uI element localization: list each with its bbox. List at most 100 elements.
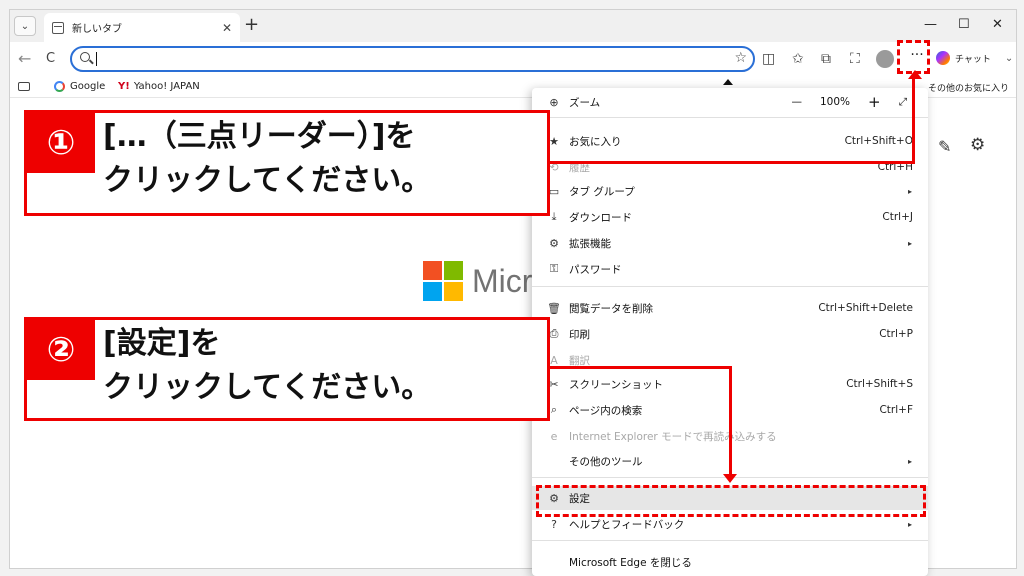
title-bar: ⌄ 新しいタブ ✕ + — ☐ ✕ xyxy=(10,10,1016,42)
menu-item-label: 印刷 xyxy=(569,328,590,341)
step2-callout: ② [設定]を クリックしてください。 xyxy=(24,317,550,421)
key-icon: ⚿ xyxy=(549,262,559,275)
ie-mode-icon: e xyxy=(550,429,558,443)
trash-icon: 🗑 xyxy=(547,301,561,315)
menu-item-label: ヘルプとフィードバック xyxy=(569,518,685,531)
menu-item-zoom: ⊕ ズーム — 100% + ⤢ xyxy=(532,90,928,114)
copilot-icon xyxy=(936,51,950,65)
collections-icon[interactable]: ⧉ xyxy=(821,51,831,67)
menu-item-label: 拡張機能 xyxy=(569,237,611,250)
microsoft-logo xyxy=(423,261,463,301)
bookmark-label: Yahoo! JAPAN xyxy=(133,81,200,92)
instruction-line: クリックしてください。 xyxy=(103,163,432,198)
add-favorite-icon[interactable]: ☆ xyxy=(734,50,747,66)
menu-item-shortcut: Ctrl+Shift+S xyxy=(846,378,913,390)
tab-actions-menu-button[interactable]: ⌄ xyxy=(14,16,36,36)
submenu-arrow-icon: ▸ xyxy=(907,238,912,248)
extensions-icon: ⚙ xyxy=(549,236,559,250)
step-instruction: [設定]を クリックしてください。 xyxy=(103,322,431,410)
menu-item-history[interactable]: ⟲ 履歴 Ctrl+H xyxy=(532,155,928,179)
menu-item-label: 閲覧データを削除 xyxy=(569,302,653,315)
step-number: ① xyxy=(27,113,95,173)
zoom-value: 100% xyxy=(819,96,851,108)
favorites-icon[interactable]: ✩ xyxy=(792,51,804,67)
maximize-button[interactable]: ☐ xyxy=(958,17,970,32)
reading-list-icon[interactable] xyxy=(18,82,30,91)
microsoft-logo-text: Micr xyxy=(472,263,533,299)
menu-item-shortcut: Ctrl+J xyxy=(882,211,913,223)
menu-pointer xyxy=(723,79,733,85)
bookmark-label: Google xyxy=(70,81,106,92)
profile-avatar[interactable] xyxy=(876,50,894,68)
yahoo-icon: Y! xyxy=(118,81,130,92)
menu-item-passwords[interactable]: ⚿ パスワード xyxy=(532,257,928,281)
zoom-icon: ⊕ xyxy=(549,95,559,109)
minimize-button[interactable]: — xyxy=(924,17,937,32)
menu-item-label: ページ内の検索 xyxy=(569,404,643,417)
instruction-line: クリックしてください。 xyxy=(103,370,432,405)
other-favorites-folder[interactable]: その他のお気に入り xyxy=(928,81,1009,94)
menu-item-label: お気に入り xyxy=(569,135,622,148)
step-instruction: […（三点リーダー）]を クリックしてください。 xyxy=(103,115,431,203)
edit-icon[interactable]: ✎ xyxy=(938,137,951,156)
menu-item-label: Internet Explorer モードで再読み込みする xyxy=(569,430,777,443)
bookmark-yahoo[interactable]: Y! Yahoo! JAPAN xyxy=(118,81,200,92)
copilot-chat-button[interactable]: チャット ⌄ xyxy=(936,51,1013,65)
menu-item-label: ダウンロード xyxy=(569,211,632,224)
menu-item-extensions[interactable]: ⚙ 拡張機能 ▸ xyxy=(532,231,928,255)
tab-label: 新しいタブ xyxy=(72,24,122,35)
zoom-in-button[interactable]: + xyxy=(868,93,881,111)
menu-item-tab-groups[interactable]: ▭ タブ グループ ▸ xyxy=(532,179,928,203)
text-caret xyxy=(96,52,97,66)
google-icon xyxy=(54,81,65,92)
zoom-out-button[interactable]: — xyxy=(791,96,802,108)
step1-callout: ① […（三点リーダー）]を クリックしてください。 xyxy=(24,110,550,216)
annotation-line xyxy=(548,366,732,369)
menu-item-label: タブ グループ xyxy=(569,185,635,198)
step-number: ② xyxy=(27,320,95,380)
screenshot-icon[interactable]: ⛶ xyxy=(850,51,860,67)
new-tab-button[interactable]: + xyxy=(244,16,259,34)
instruction-line: [設定]を xyxy=(103,326,221,361)
menu-item-shortcut: Ctrl+P xyxy=(879,328,913,340)
instruction-line: […（三点リーダー）]を xyxy=(103,119,416,154)
settings-item-highlight xyxy=(536,485,926,517)
toolbar: ← C ☆ ◫ ✩ ⧉ ⛶ ··· チャット ⌄ xyxy=(10,42,1016,76)
menu-item-label: パスワード xyxy=(569,263,622,276)
chat-label: チャット xyxy=(955,54,991,65)
more-button-highlight xyxy=(897,40,930,74)
menu-item-label: ズーム xyxy=(569,96,601,109)
annotation-arrowhead xyxy=(723,474,737,483)
menu-item-downloads[interactable]: ⤓ ダウンロード Ctrl+J xyxy=(532,205,928,229)
menu-item-clear-browsing-data[interactable]: 🗑 閲覧データを削除 Ctrl+Shift+Delete xyxy=(532,296,928,320)
annotation-line xyxy=(912,74,915,164)
reload-button[interactable]: C xyxy=(46,51,55,66)
tab-new-tab[interactable]: 新しいタブ ✕ xyxy=(44,13,240,42)
menu-item-close-edge[interactable]: Microsoft Edge を閉じる xyxy=(532,550,928,574)
menu-item-label: その他のツール xyxy=(569,455,643,468)
menu-item-label: Microsoft Edge を閉じる xyxy=(569,556,692,569)
menu-item-label: スクリーンショット xyxy=(569,378,663,391)
annotation-line xyxy=(729,366,732,478)
annotation-line xyxy=(546,161,915,164)
help-icon: ? xyxy=(551,517,557,531)
tab-close-icon[interactable]: ✕ xyxy=(222,21,232,35)
bookmark-google[interactable]: Google xyxy=(54,81,105,92)
menu-item-shortcut: Ctrl+F xyxy=(879,404,913,416)
address-bar[interactable]: ☆ xyxy=(70,46,755,72)
menu-item-shortcut: Ctrl+Shift+O xyxy=(844,135,913,147)
menu-item-shortcut: Ctrl+Shift+Delete xyxy=(818,302,913,314)
chevron-down-icon: ⌄ xyxy=(1004,52,1014,64)
submenu-arrow-icon: ▸ xyxy=(907,186,912,196)
back-button[interactable]: ← xyxy=(18,49,31,68)
page-settings-gear-icon[interactable]: ⚙ xyxy=(970,135,985,155)
close-window-button[interactable]: ✕ xyxy=(992,17,1003,32)
annotation-arrowhead xyxy=(908,70,922,79)
new-tab-page-icon xyxy=(52,21,64,34)
split-screen-icon[interactable]: ◫ xyxy=(762,51,775,67)
menu-item-favorites[interactable]: ★ お気に入り Ctrl+Shift+O xyxy=(532,129,928,153)
menu-item-print[interactable]: ⎙ 印刷 Ctrl+P xyxy=(532,322,928,346)
fullscreen-icon[interactable]: ⤢ xyxy=(899,96,907,109)
submenu-arrow-icon: ▸ xyxy=(907,456,912,466)
search-icon xyxy=(80,52,90,62)
